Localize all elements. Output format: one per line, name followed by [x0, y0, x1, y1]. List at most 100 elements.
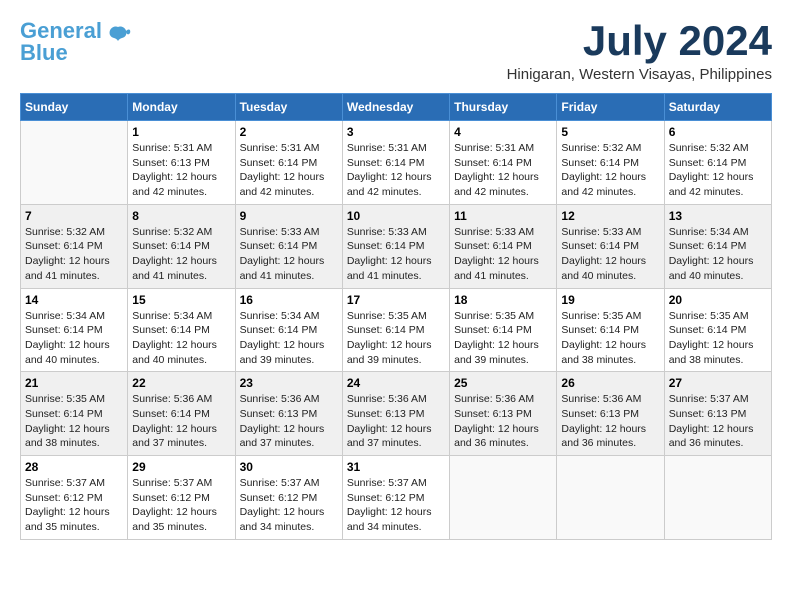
day-info-line: and 40 minutes. — [25, 354, 100, 366]
logo-text: GeneralBlue — [20, 20, 102, 64]
calendar-cell — [557, 456, 664, 540]
day-info-line: and 37 minutes. — [347, 437, 422, 449]
calendar-cell: 25Sunrise: 5:36 AMSunset: 6:13 PMDayligh… — [450, 372, 557, 456]
day-info-line: Sunrise: 5:32 AM — [669, 142, 749, 154]
calendar-week-row: 14Sunrise: 5:34 AMSunset: 6:14 PMDayligh… — [21, 288, 772, 372]
day-info-line: Daylight: 12 hours — [132, 255, 217, 267]
day-info-line: Sunrise: 5:34 AM — [25, 310, 105, 322]
day-info-line: and 38 minutes. — [25, 437, 100, 449]
day-info-line: Daylight: 12 hours — [669, 423, 754, 435]
day-info-line: and 35 minutes. — [132, 521, 207, 533]
calendar-cell: 18 Sunrise: 5:35 AMSunset: 6:14 PMDayligh… — [450, 288, 557, 372]
day-info-line: Daylight: 12 hours — [561, 339, 646, 351]
day-info-line: Daylight: 12 hours — [240, 423, 325, 435]
day-info-line: Sunrise: 5:31 AM — [240, 142, 320, 154]
day-info-line: and 41 minutes. — [454, 270, 529, 282]
day-info-line: Sunrise: 5:34 AM — [669, 226, 749, 238]
day-info-line: Sunset: 6:14 PM — [669, 157, 747, 169]
day-info-line: Daylight: 12 hours — [561, 171, 646, 183]
day-info-line: and 34 minutes. — [347, 521, 422, 533]
weekday-header: Saturday — [664, 94, 771, 121]
day-info-line: Sunset: 6:12 PM — [240, 492, 318, 504]
day-info-line: Sunset: 6:14 PM — [454, 157, 532, 169]
day-info-line: Sunset: 6:13 PM — [669, 408, 747, 420]
weekday-header: Wednesday — [342, 94, 449, 121]
day-info-line: Sunset: 6:14 PM — [347, 240, 425, 252]
day-info-line: Sunrise: 5:36 AM — [347, 393, 427, 405]
day-number: 20 — [669, 293, 767, 307]
day-info: Sunrise: 5:37 AMSunset: 6:12 PMDaylight:… — [240, 476, 338, 535]
day-info-line: and 42 minutes. — [561, 186, 636, 198]
logo-blue: Blue — [20, 40, 68, 65]
day-info-line: and 40 minutes. — [561, 270, 636, 282]
calendar-cell: 12Sunrise: 5:33 AMSunset: 6:14 PMDayligh… — [557, 204, 664, 288]
day-info-line: Sunset: 6:14 PM — [240, 157, 318, 169]
logo-bird-icon — [104, 23, 132, 51]
day-number: 17 — [347, 293, 445, 307]
calendar-cell — [664, 456, 771, 540]
day-info-line: Sunset: 6:14 PM — [669, 240, 747, 252]
day-info-line: Daylight: 12 hours — [561, 423, 646, 435]
day-number: 16 — [240, 293, 338, 307]
day-info-line: Sunrise: 5:35 AM — [25, 393, 105, 405]
day-info-line: and 42 minutes. — [240, 186, 315, 198]
day-info-line: Daylight: 12 hours — [240, 171, 325, 183]
day-number: 25 — [454, 376, 552, 390]
day-info-line: Sunrise: 5:32 AM — [132, 226, 212, 238]
day-info-line: Sunrise: 5:34 AM — [132, 310, 212, 322]
day-number: 1 — [132, 125, 230, 139]
day-info-line: Sunset: 6:14 PM — [347, 157, 425, 169]
calendar-cell: 27Sunrise: 5:37 AMSunset: 6:13 PMDayligh… — [664, 372, 771, 456]
day-number: 24 — [347, 376, 445, 390]
day-number: 11 — [454, 209, 552, 223]
day-info: Sunrise: 5:31 AM Sunset: 6:14 PM Daylight:… — [240, 141, 338, 200]
day-info-line: Daylight: 12 hours — [454, 339, 539, 351]
day-info-line: Sunrise: 5:36 AM — [561, 393, 641, 405]
day-info: Sunrise: 5:35 AMSunset: 6:14 PMDaylight:… — [454, 309, 552, 368]
day-number: 28 — [25, 460, 123, 474]
day-number: 4 — [454, 125, 552, 139]
calendar-cell: 23Sunrise: 5:36 AMSunset: 6:13 PMDayligh… — [235, 372, 342, 456]
day-info-line: Daylight: 12 hours — [347, 506, 432, 518]
day-info-line: Sunset: 6:13 PM — [347, 408, 425, 420]
day-info-line: Sunrise: 5:35 AM — [669, 310, 749, 322]
day-number: 7 — [25, 209, 123, 223]
weekday-header: Monday — [128, 94, 235, 121]
day-number: 15 — [132, 293, 230, 307]
day-info-line: Daylight: 12 hours — [132, 171, 217, 183]
calendar-cell: 24Sunrise: 5:36 AMSunset: 6:13 PMDayligh… — [342, 372, 449, 456]
day-info: Sunrise: 5:37 AMSunset: 6:12 PMDaylight:… — [25, 476, 123, 535]
calendar-cell: 15Sunrise: 5:34 AMSunset: 6:14 PMDayligh… — [128, 288, 235, 372]
day-number: 26 — [561, 376, 659, 390]
day-info-line: Sunrise: 5:33 AM — [454, 226, 534, 238]
calendar-cell: 19Sunrise: 5:35 AMSunset: 6:14 PMDayligh… — [557, 288, 664, 372]
calendar-cell: 26 Sunrise: 5:36 AM Sunset: 6:13 PM Dayligh… — [557, 372, 664, 456]
day-info-line: Sunset: 6:14 PM — [561, 157, 639, 169]
day-info: Sunrise: 5:36 AMSunset: 6:13 PMDaylight:… — [240, 392, 338, 451]
day-info: Sunrise: 5:32 AMSunset: 6:14 PMDaylight:… — [561, 141, 659, 200]
day-info-line: Sunset: 6:14 PM — [454, 240, 532, 252]
day-info-line: Daylight: 12 hours — [669, 171, 754, 183]
calendar-week-row: 1Sunrise: 5:31 AMSunset: 6:13 PMDaylight… — [21, 121, 772, 205]
calendar-table: SundayMondayTuesdayWednesdayThursdayFrid… — [20, 93, 772, 540]
day-number: 29 — [132, 460, 230, 474]
calendar-week-row: 7 Sunrise: 5:32 AM Sunset: 6:14 PM Daylight… — [21, 204, 772, 288]
day-number: 18 — [454, 293, 552, 307]
day-info-line: Sunset: 6:13 PM — [454, 408, 532, 420]
calendar-cell — [21, 121, 128, 205]
weekday-header: Thursday — [450, 94, 557, 121]
calendar-week-row: 21 Sunrise: 5:35 AM Sunset: 6:14 PM Dayligh… — [21, 372, 772, 456]
day-info: Sunrise: 5:33 AMSunset: 6:14 PMDaylight:… — [347, 225, 445, 284]
day-info-line: Daylight: 12 hours — [347, 339, 432, 351]
day-info: Sunrise: 5:34 AMSunset: 6:14 PMDaylight:… — [240, 309, 338, 368]
weekday-header: Friday — [557, 94, 664, 121]
day-info-line: Sunset: 6:14 PM — [25, 408, 103, 420]
day-info-line: Sunset: 6:13 PM — [561, 408, 639, 420]
day-info: Sunrise: 5:33 AMSunset: 6:14 PMDaylight:… — [240, 225, 338, 284]
day-info-line: Sunrise: 5:37 AM — [132, 477, 212, 489]
day-info-line: Daylight: 12 hours — [25, 339, 110, 351]
day-number: 5 — [561, 125, 659, 139]
calendar-cell: 7Sunrise: 5:32 AMSunset: 6:14 PMDaylight… — [21, 204, 128, 288]
day-info-line: Sunset: 6:14 PM — [669, 324, 747, 336]
day-number: 21 — [25, 376, 123, 390]
